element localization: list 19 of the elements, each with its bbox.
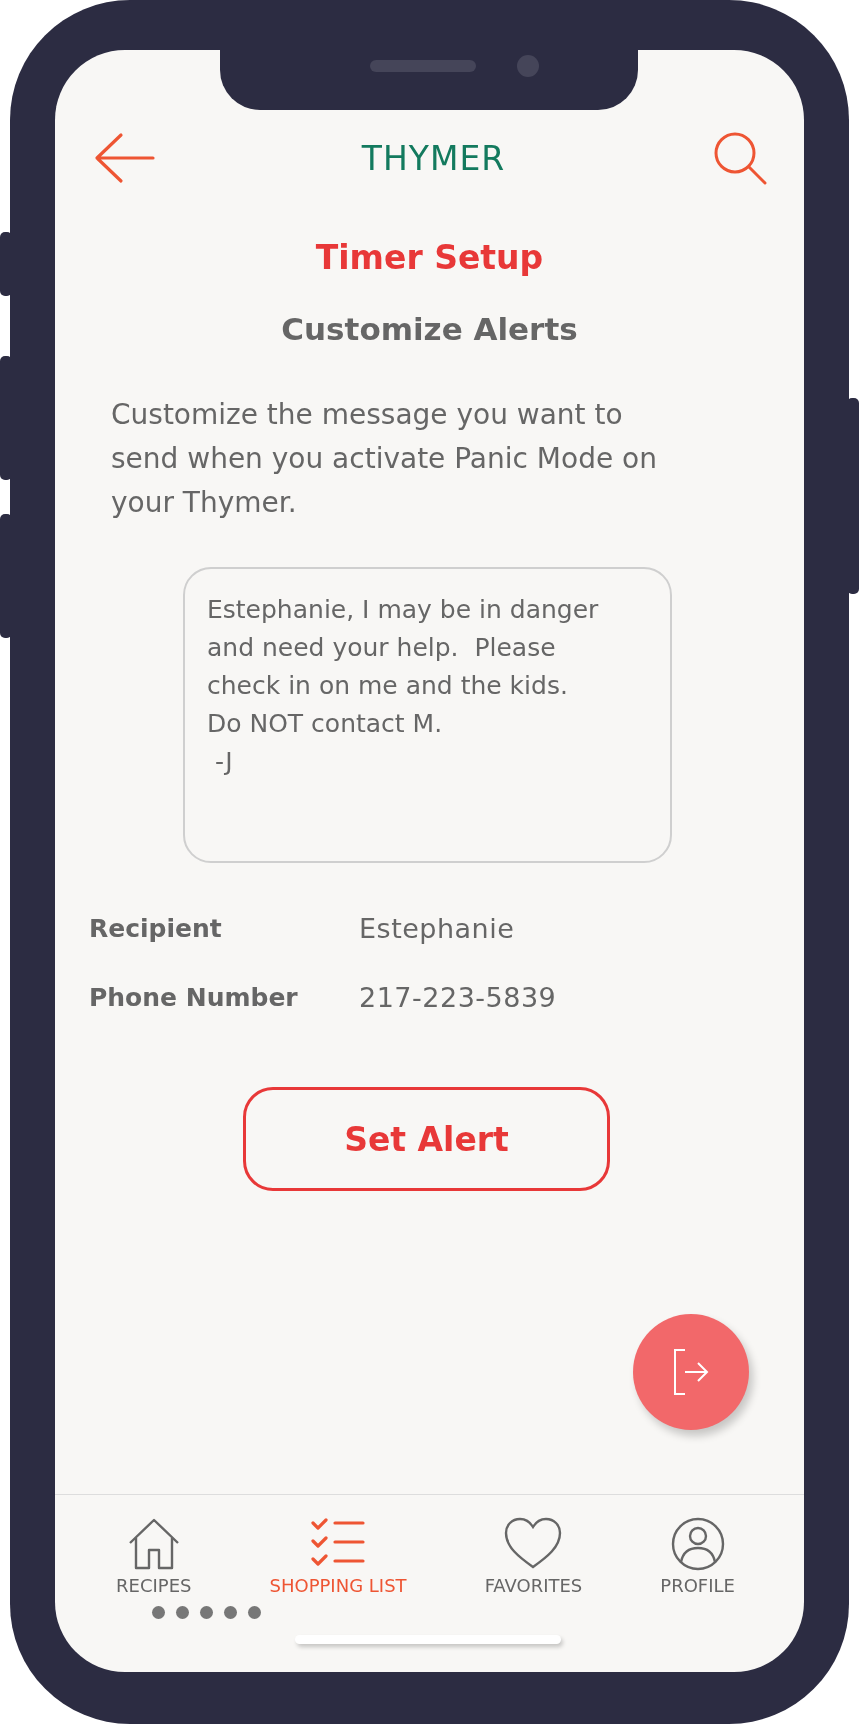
field-value: Estephanie: [359, 913, 515, 944]
profile-icon: [670, 1517, 725, 1571]
section-title: Customize Alerts: [280, 311, 579, 347]
back-button[interactable]: [93, 132, 155, 184]
description-text: Customize the message you want to send when you activate Panic Mode on your Thymer.: [111, 397, 658, 521]
nav-tab[interactable]: RECIPES: [116, 1517, 192, 1596]
heart-icon: [503, 1517, 564, 1571]
message-field[interactable]: Estephanie, I may be in danger and need your help. Please check in on me and the kids. Do NOT contact M. -J: [183, 567, 672, 863]
nav-tab[interactable]: PROFILE: [660, 1517, 735, 1596]
nav-tab[interactable]: FAVORITES: [484, 1517, 583, 1596]
field-label: Phone Number: [89, 983, 299, 1012]
app-logo: THYMER: [361, 138, 506, 178]
field-value: 217-223-5839: [359, 982, 557, 1013]
page-title: Timer Setup: [314, 238, 545, 277]
search-button[interactable]: [712, 130, 768, 186]
set-alert-button[interactable]: Set Alert: [243, 1087, 610, 1191]
nav-tab[interactable]: SHOPPING LIST: [269, 1517, 407, 1596]
field-label: Recipient: [89, 914, 223, 943]
exit-icon: [671, 1347, 711, 1397]
